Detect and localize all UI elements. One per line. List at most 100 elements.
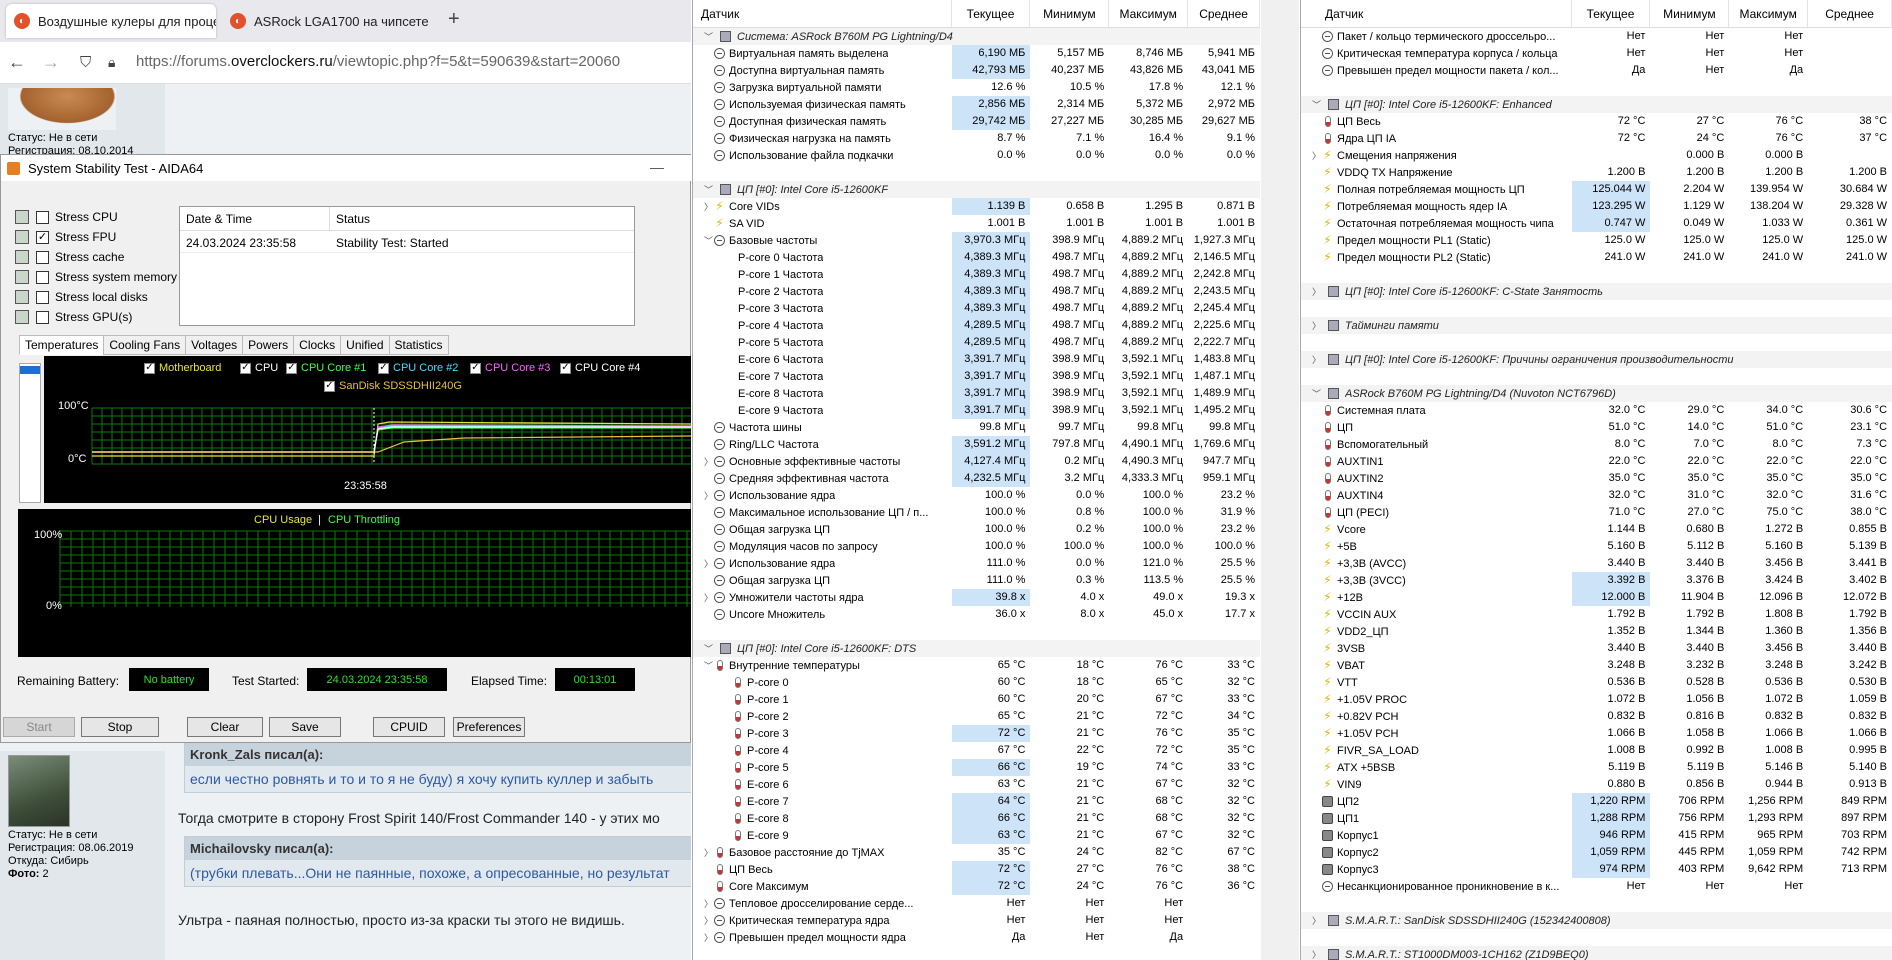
sensor-row[interactable]: 〉 Использование ядра 100.0 % 0.0 % 100.0 % 23…: [693, 487, 1260, 504]
chevron-right-icon[interactable]: 〉: [1311, 149, 1322, 162]
cpuid-button[interactable]: CPUID: [373, 717, 445, 737]
shield-icon[interactable]: ⛉: [80, 54, 91, 71]
sensor-row[interactable]: ⚡ Остаточная потребляемая мощность чипа 0.…: [1301, 215, 1892, 232]
chevron-right-icon[interactable]: 〉: [703, 591, 714, 604]
legend-checkbox[interactable]: ✓: [240, 362, 251, 374]
graph-tab[interactable]: Unified: [340, 335, 390, 355]
sensor-row[interactable]: P-core 5 66 °C 19 °C 74 °C 33 °C: [693, 759, 1260, 776]
chevron-right-icon[interactable]: 〉: [703, 557, 714, 570]
chevron-right-icon[interactable]: 〉: [703, 846, 714, 859]
sensor-row[interactable]: P-core 4 Частота 4,289.5 МГц 498.7 МГц 4,88…: [693, 317, 1260, 334]
sensor-row[interactable]: ⚡ +12В 12.000 В 11.904 В 12.096 В 12.072 В: [1301, 589, 1892, 606]
graph-tab[interactable]: Powers: [242, 335, 295, 355]
stress-option[interactable]: Stress GPU(s): [15, 307, 132, 327]
sensor-row[interactable]: Доступная физическая память 29,742 МБ 27,2…: [693, 113, 1260, 130]
tab-coolers[interactable]: ◐ Воздушные кулеры для процессоров ×: [6, 4, 216, 38]
log-header-status[interactable]: Status: [330, 207, 630, 230]
sensor-row[interactable]: P-core 1 Частота 4,389.3 МГц 498.7 МГц 4,88…: [693, 266, 1260, 283]
legend-item[interactable]: ✓ CPU Core #1: [286, 362, 366, 374]
sensor-row[interactable]: Системная плата 32.0 °C 29.0 °C 34.0 °C 30.6…: [1301, 402, 1892, 419]
sensor-row[interactable]: ﹀ Базовые частоты 3,970.3 МГц 398.9 МГц 4,88…: [693, 232, 1260, 249]
legend-checkbox[interactable]: ✓: [144, 362, 155, 374]
stress-option[interactable]: Stress cache: [15, 247, 124, 267]
sensor-row[interactable]: ⚡ ATX +5BSB 5.119 В 5.119 В 5.146 В 5.140 В: [1301, 759, 1892, 776]
sensor-row[interactable]: Загрузка виртуальной памяти 12.6 % 10.5 % 1…: [693, 79, 1260, 96]
sensor-row[interactable]: 〉 Превышен предел мощности ядра Да Нет Да: [693, 929, 1260, 946]
sensor-row[interactable]: ⚡ VDDQ TX Напряжение 1.200 В 1.200 В 1.200 В…: [1301, 164, 1892, 181]
sensor-row[interactable]: Критическая температура корпуса / кольца…: [1301, 45, 1892, 62]
sensor-row[interactable]: P-core 1 60 °C 20 °C 67 °C 33 °C: [693, 691, 1260, 708]
sensor-row[interactable]: ﹀ Внутренние температуры 65 °C 18 °C 76 °C 33…: [693, 657, 1260, 674]
chevron-right-icon[interactable]: 〉: [703, 455, 714, 468]
back-icon[interactable]: ←: [8, 52, 26, 73]
avatar[interactable]: [8, 755, 70, 827]
sensor-row[interactable]: P-core 4 67 °C 22 °C 72 °C 35 °C: [693, 742, 1260, 759]
legend-item[interactable]: CPU Usage: [254, 514, 312, 526]
sensor-row[interactable]: Модуляция часов по запросу 100.0 % 100.0 %…: [693, 538, 1260, 555]
sensor-row[interactable]: ⚡ 3VSB 3.440 В 3.440 В 3.456 В 3.440 В: [1301, 640, 1892, 657]
col-header-sensor[interactable]: Датчик: [693, 0, 952, 27]
legend-item[interactable]: CPU Throttling: [328, 514, 400, 526]
col-header-max[interactable]: Максимум: [1109, 0, 1189, 27]
sensor-row[interactable]: ЦП Весь 72 °C 27 °C 76 °C 38 °C: [693, 861, 1260, 878]
sensor-row[interactable]: ⚡ Предел мощности PL2 (Static) 241.0 W 241.…: [1301, 249, 1892, 266]
sensor-row[interactable]: P-core 5 Частота 4,289.5 МГц 498.7 МГц 4,88…: [693, 334, 1260, 351]
sensor-row[interactable]: P-core 3 Частота 4,389.3 МГц 498.7 МГц 4,88…: [693, 300, 1260, 317]
sensor-row[interactable]: Доступна виртуальная память 42,793 МБ 40,2…: [693, 62, 1260, 79]
graph-tab[interactable]: Temperatures: [19, 335, 105, 355]
sensor-row[interactable]: E-core 6 Частота 3,391.7 МГц 398.9 МГц 3,59…: [693, 351, 1260, 368]
sensor-row[interactable]: Виртуальная память выделена 6,190 МБ 5,157…: [693, 45, 1260, 62]
minimize-icon[interactable]: —: [650, 159, 664, 175]
chevron-right-icon[interactable]: 〉: [1311, 914, 1322, 927]
sensor-row[interactable]: 〉 Основные эффективные частоты 4,127.4 МГц…: [693, 453, 1260, 470]
legend-item[interactable]: ✓ SanDisk SDSSDHII240G: [324, 380, 462, 392]
stress-option[interactable]: ✓ Stress FPU: [15, 227, 116, 247]
save-button[interactable]: Save: [269, 717, 341, 737]
sensor-row[interactable]: AUXTIN2 35.0 °C 35.0 °C 35.0 °C 35.0 °C: [1301, 470, 1892, 487]
sensor-group[interactable]: 〉 S.M.A.R.T.: SanDisk SDSSDHII240G (15234…: [1301, 912, 1892, 929]
chevron-right-icon[interactable]: 〉: [1311, 319, 1322, 332]
sensor-row[interactable]: 〉 Критическая температура ядра Нет Нет Нет: [693, 912, 1260, 929]
sensor-row[interactable]: Использование файла подкачки 0.0 % 0.0 % 0.…: [693, 147, 1260, 164]
sensor-row[interactable]: Несанкционированное проникновение в к...…: [1301, 878, 1892, 895]
sensor-group[interactable]: 〉 ЦП [#0]: Intel Core i5-12600KF: C-State…: [1301, 283, 1892, 300]
sensor-row[interactable]: E-core 9 Частота 3,391.7 МГц 398.9 МГц 3,59…: [693, 402, 1260, 419]
chevron-down-icon[interactable]: ﹀: [703, 30, 714, 43]
chevron-right-icon[interactable]: 〉: [1311, 948, 1322, 960]
sensor-row[interactable]: E-core 7 Частота 3,391.7 МГц 398.9 МГц 3,59…: [693, 368, 1260, 385]
sensor-row[interactable]: ЦП2 1,220 RPM 706 RPM 1,256 RPM 849 RPM: [1301, 793, 1892, 810]
sensor-row[interactable]: ⚡ VDD2_ЦП 1.352 В 1.344 В 1.360 В 1.356 В: [1301, 623, 1892, 640]
sensor-row[interactable]: E-core 9 63 °C 21 °C 67 °C 32 °C: [693, 827, 1260, 844]
chevron-down-icon[interactable]: ﹀: [703, 642, 714, 655]
sensor-row[interactable]: ⚡ Потребляемая мощность ядер IA 123.295 W 1…: [1301, 198, 1892, 215]
chevron-down-icon[interactable]: ﹀: [703, 183, 714, 196]
sensor-row[interactable]: E-core 8 66 °C 21 °C 68 °C 32 °C: [693, 810, 1260, 827]
sensor-row[interactable]: ⚡ +3,3В (3VCC) 3.392 В 3.376 В 3.424 В 3.402 …: [1301, 572, 1892, 589]
col-header-max[interactable]: Максимум: [1729, 0, 1809, 27]
sensor-row[interactable]: P-core 3 72 °C 21 °C 76 °C 35 °C: [693, 725, 1260, 742]
sensor-row[interactable]: ⚡ VIN9 0.880 В 0.856 В 0.944 В 0.913 В: [1301, 776, 1892, 793]
sensor-row[interactable]: Физическая нагрузка на память 8.7 % 7.1 % 1…: [693, 130, 1260, 147]
sensor-row[interactable]: Ring/LLC Частота 3,591.2 МГц 797.8 МГц 4,49…: [693, 436, 1260, 453]
legend-checkbox[interactable]: ✓: [324, 380, 335, 392]
sensor-row[interactable]: ЦП (PECI) 71.0 °C 27.0 °C 75.0 °C 38.0 °C: [1301, 504, 1892, 521]
sensor-row[interactable]: ⚡ VCCIN AUX 1.792 В 1.792 В 1.808 В 1.792 В: [1301, 606, 1892, 623]
legend-item[interactable]: ✓ CPU Core #3: [470, 362, 550, 374]
sensor-row[interactable]: Средняя эффективная частота 4,232.5 МГц 3.…: [693, 470, 1260, 487]
col-header-current[interactable]: Текущее: [1572, 0, 1651, 27]
chevron-down-icon[interactable]: ﹀: [703, 234, 714, 247]
clear-button[interactable]: Clear: [187, 717, 263, 737]
sensor-row[interactable]: ⚡ FIVR_SA_LOAD 1.008 В 0.992 В 1.008 В 0.995 …: [1301, 742, 1892, 759]
legend-checkbox[interactable]: ✓: [470, 362, 481, 374]
sensor-row[interactable]: ⚡ +3,3В (AVCC) 3.440 В 3.440 В 3.456 В 3.441 …: [1301, 555, 1892, 572]
sensor-row[interactable]: Core Максимум 72 °C 24 °C 76 °C 36 °C: [693, 878, 1260, 895]
legend-item[interactable]: |: [318, 514, 321, 526]
stress-option[interactable]: Stress CPU: [15, 207, 118, 227]
sensor-row[interactable]: 〉 ⚡ Смещения напряжения 0.000 В 0.000 В: [1301, 147, 1892, 164]
sensor-group[interactable]: ﹀ ЦП [#0]: Intel Core i5-12600KF: Enhance…: [1301, 96, 1892, 113]
chevron-down-icon[interactable]: ﹀: [1311, 387, 1322, 400]
sensor-group[interactable]: ﹀ ASRock B760M PG Lightning/D4 (Nuvoton N…: [1301, 385, 1892, 402]
sensor-row[interactable]: ⚡ VTT 0.536 В 0.528 В 0.536 В 0.530 В: [1301, 674, 1892, 691]
sensor-row[interactable]: ⚡ VBAT 3.248 В 3.232 В 3.248 В 3.242 В: [1301, 657, 1892, 674]
col-header-avg[interactable]: Среднее: [1188, 0, 1260, 27]
